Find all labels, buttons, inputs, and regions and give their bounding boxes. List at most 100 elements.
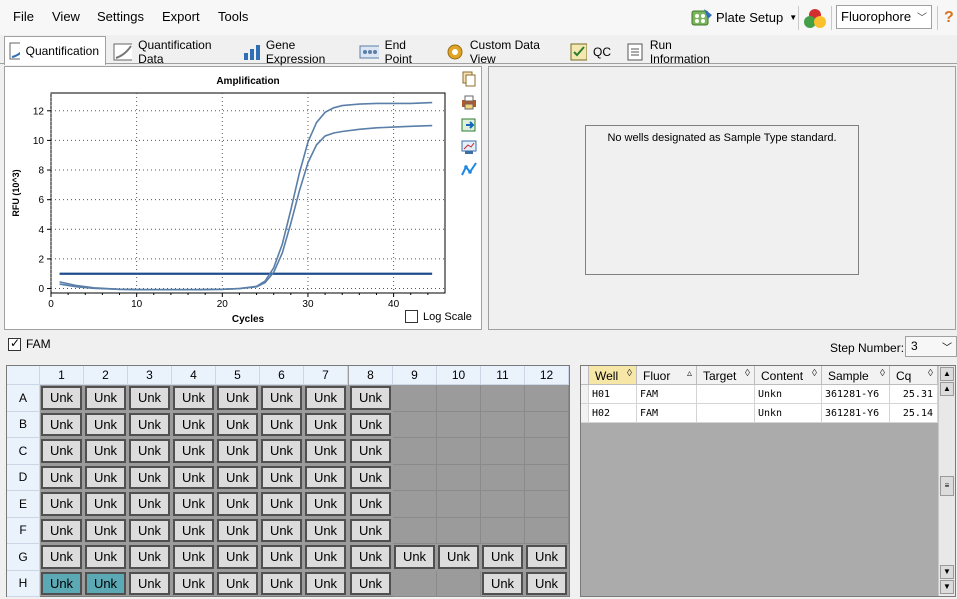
table-cell-content[interactable]: Unkn	[755, 385, 822, 404]
plate-well-empty[interactable]	[525, 491, 569, 518]
table-cell-fluor[interactable]: FAM	[637, 385, 697, 404]
plate-well-G4[interactable]: Unk	[173, 545, 214, 569]
plate-well-F4[interactable]: Unk	[173, 518, 214, 542]
plate-well-empty[interactable]	[437, 464, 481, 491]
plate-well-A5[interactable]: Unk	[217, 386, 258, 410]
plate-well-D6[interactable]: Unk	[261, 465, 302, 489]
plate-well-H12[interactable]: Unk	[526, 571, 567, 595]
plate-well-F8[interactable]: Unk	[350, 518, 391, 542]
scroll-thumb[interactable]: ≡	[940, 476, 954, 496]
plate-column-header[interactable]: 4	[172, 366, 216, 385]
plate-well-empty[interactable]	[393, 438, 437, 465]
amplification-chart[interactable]: Amplification 0 10 20 30 40 0 2 4 6 8 10 12 Cycles RFU…	[5, 67, 455, 329]
sort-icon[interactable]: ◊	[812, 368, 817, 379]
plate-well-E1[interactable]: Unk	[41, 492, 82, 516]
plate-column-header[interactable]: 12	[525, 366, 569, 385]
table-cell-well[interactable]: H01	[589, 385, 637, 404]
plate-well-empty[interactable]	[525, 464, 569, 491]
plate-column-header[interactable]: 6	[260, 366, 304, 385]
plate-well-E8[interactable]: Unk	[350, 492, 391, 516]
plate-column-header[interactable]: 5	[216, 366, 260, 385]
plate-well-empty[interactable]	[525, 411, 569, 438]
table-cell-target[interactable]	[697, 385, 755, 404]
plate-well-empty[interactable]	[393, 570, 437, 597]
plate-row-header[interactable]: A	[7, 385, 40, 412]
column-header-content[interactable]: Content ◊	[755, 366, 822, 385]
plate-well-D2[interactable]: Unk	[85, 465, 126, 489]
plate-column-header[interactable]: 7	[304, 366, 348, 385]
plate-well-H3[interactable]: Unk	[129, 571, 170, 595]
menu-file[interactable]: File	[13, 9, 34, 24]
plate-well-E2[interactable]: Unk	[85, 492, 126, 516]
plate-well-A3[interactable]: Unk	[129, 386, 170, 410]
plate-well-empty[interactable]	[393, 517, 437, 544]
plate-well-G12[interactable]: Unk	[526, 545, 567, 569]
plate-column-header[interactable]: 1	[40, 366, 84, 385]
plate-well-A6[interactable]: Unk	[261, 386, 302, 410]
plate-well-H4[interactable]: Unk	[173, 571, 214, 595]
plate-well-H6[interactable]: Unk	[261, 571, 302, 595]
plate-row-header[interactable]: C	[7, 438, 40, 465]
plate-well-A2[interactable]: Unk	[85, 386, 126, 410]
plate-well-empty[interactable]	[525, 385, 569, 412]
plate-well-H5[interactable]: Unk	[217, 571, 258, 595]
plate-well-empty[interactable]	[525, 438, 569, 465]
plate-well-D8[interactable]: Unk	[350, 465, 391, 489]
log-scale-toggle[interactable]: Log Scale	[405, 310, 472, 323]
plate-column-header[interactable]: 10	[437, 366, 481, 385]
copy-icon[interactable]	[461, 71, 477, 87]
scroll-to-top-icon[interactable]: ▲	[940, 367, 954, 381]
plate-column-header[interactable]: 8	[349, 366, 393, 385]
fam-toggle[interactable]: FAM	[8, 336, 51, 351]
plate-well-C2[interactable]: Unk	[85, 439, 126, 463]
plate-well-G7[interactable]: Unk	[305, 545, 346, 569]
plate-well-G8[interactable]: Unk	[350, 545, 391, 569]
plate-well-empty[interactable]	[393, 385, 437, 412]
plate-well-G5[interactable]: Unk	[217, 545, 258, 569]
plate-well-G10[interactable]: Unk	[438, 545, 479, 569]
table-row-header[interactable]	[581, 404, 589, 423]
menu-export[interactable]: Export	[162, 9, 200, 24]
plate-well-empty[interactable]	[481, 491, 525, 518]
table-cell-sample[interactable]: 361281-Y6	[822, 404, 890, 423]
sort-icon[interactable]: ◊	[627, 368, 632, 379]
tab-quantification[interactable]: Quantification	[4, 36, 106, 65]
plate-column-header[interactable]: 11	[481, 366, 525, 385]
plate-well-F7[interactable]: Unk	[305, 518, 346, 542]
plate-well-C7[interactable]: Unk	[305, 439, 346, 463]
sort-icon[interactable]: ▵	[687, 368, 692, 379]
menu-view[interactable]: View	[52, 9, 80, 24]
column-header-cq[interactable]: Cq ◊	[890, 366, 938, 385]
tab-end-point[interactable]: End Point	[354, 38, 438, 66]
export-icon[interactable]	[461, 117, 477, 133]
tab-custom-data-view[interactable]: Custom Data View	[440, 38, 562, 66]
plate-well-F5[interactable]: Unk	[217, 518, 258, 542]
scroll-to-bottom-icon[interactable]: ▼	[940, 580, 954, 594]
scroll-up-icon[interactable]: ▲	[940, 382, 954, 396]
plate-column-header[interactable]: 3	[128, 366, 172, 385]
table-cell-well[interactable]: H02	[589, 404, 637, 423]
plate-well-A1[interactable]: Unk	[41, 386, 82, 410]
plate-well-D3[interactable]: Unk	[129, 465, 170, 489]
plate-well-H11[interactable]: Unk	[482, 571, 523, 595]
table-cell-sample[interactable]: 361281-Y6	[822, 385, 890, 404]
step-number-select[interactable]: 3 ﹀	[905, 336, 957, 357]
tab-run-information[interactable]: Run Information	[620, 38, 730, 66]
trace-style-icon[interactable]	[461, 161, 477, 177]
plate-well-C1[interactable]: Unk	[41, 439, 82, 463]
plate-well-empty[interactable]	[481, 464, 525, 491]
plate-well-F6[interactable]: Unk	[261, 518, 302, 542]
table-cell-cq[interactable]: 25.31	[890, 385, 938, 404]
plate-well-empty[interactable]	[481, 517, 525, 544]
plate-well-empty[interactable]	[437, 570, 481, 597]
plate-well-A4[interactable]: Unk	[173, 386, 214, 410]
plate-well-E7[interactable]: Unk	[305, 492, 346, 516]
plate-well-E5[interactable]: Unk	[217, 492, 258, 516]
column-header-well[interactable]: Well ◊	[589, 366, 637, 385]
plate-well-G6[interactable]: Unk	[261, 545, 302, 569]
plate-well-B8[interactable]: Unk	[350, 412, 391, 436]
plate-well-H1[interactable]: Unk	[41, 571, 82, 595]
table-cell-cq[interactable]: 25.14	[890, 404, 938, 423]
tab-quantification-data[interactable]: Quantification Data	[108, 38, 234, 66]
plate-row-header[interactable]: G	[7, 544, 40, 571]
